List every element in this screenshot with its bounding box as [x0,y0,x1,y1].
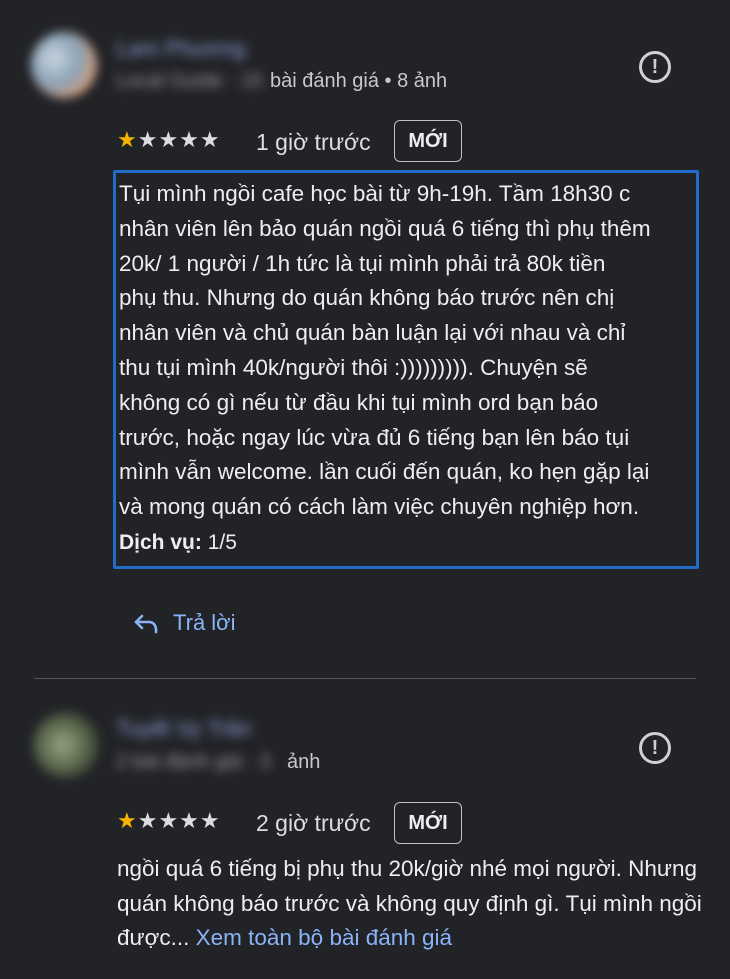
service-label: Dịch vụ: [119,530,202,554]
avatar[interactable] [31,32,97,98]
star-rating: ★★★★★ [117,808,221,834]
service-value: 1/5 [207,530,237,554]
author-meta-hidden: Local Guide · 15 [116,70,263,92]
author-name[interactable]: Lam Phương [116,36,245,62]
report-flag-icon[interactable]: ! [639,732,671,764]
review-body-highlight: Tụi mình ngồi cafe học bài từ 9h-19h. Tầ… [113,170,699,569]
author-meta: ảnh [287,751,321,773]
avatar[interactable] [33,712,99,778]
star-rating: ★★★★★ [117,127,221,153]
service-rating: Dịch vụ: 1/5 [119,531,692,555]
new-badge: MỚI [394,120,462,162]
reply-label: Trả lời [173,610,236,635]
review-text: Tụi mình ngồi cafe học bài từ 9h-19h. Tầ… [119,181,651,520]
review-time: 1 giờ trước [256,129,371,155]
star-filled-icon: ★ [117,808,138,833]
reply-arrow-icon [134,614,158,634]
star-empty-icon: ★★★★ [137,808,221,833]
author-meta: bài đánh giá • 8 ảnh [270,70,448,92]
divider [34,678,696,679]
reply-button[interactable]: Trả lời [133,610,236,636]
review-time: 2 giờ trước [256,810,371,836]
author-meta-hidden: 2 bài đánh giá · 3 [116,751,271,773]
report-flag-icon[interactable]: ! [639,51,671,83]
star-filled-icon: ★ [117,127,138,152]
star-empty-icon: ★★★★ [137,127,221,152]
see-full-review-link[interactable]: Xem toàn bộ bài đánh giá [196,925,452,950]
author-name[interactable]: Tuyết Vy Trần [116,716,251,742]
review-text: ngồi quá 6 tiếng bị phụ thu 20k/giờ nhé … [117,852,707,956]
new-badge: MỚI [394,802,462,844]
